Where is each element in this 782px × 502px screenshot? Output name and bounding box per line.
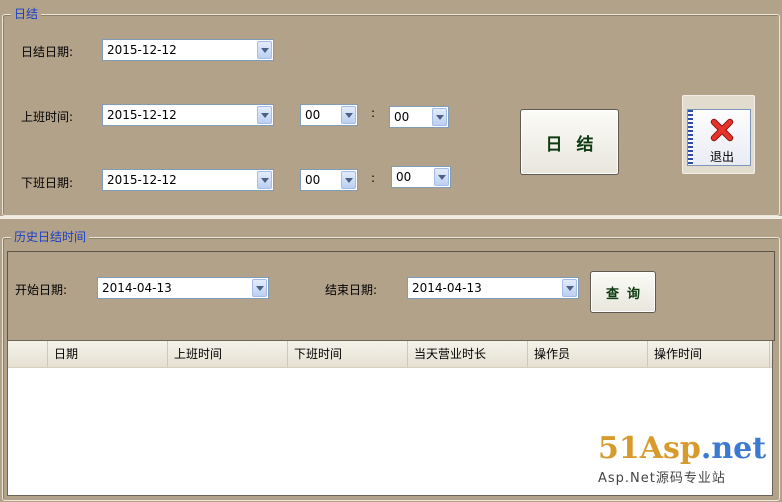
watermark-brand-b: .net xyxy=(700,431,767,466)
end-date-value: 2014-04-13 xyxy=(412,281,482,295)
off-date-value: 2015-12-12 xyxy=(107,173,177,187)
chevron-down-icon[interactable] xyxy=(257,171,272,189)
exit-button-label: 退出 xyxy=(710,150,735,164)
chevron-down-icon[interactable] xyxy=(432,108,447,126)
chevron-down-icon[interactable] xyxy=(341,171,356,189)
col-header-on-time[interactable]: 上班时间 xyxy=(168,341,288,367)
off-minute-combo[interactable]: 00 xyxy=(391,166,451,188)
end-date-label: 结束日期: xyxy=(325,283,378,297)
close-date-value: 2015-12-12 xyxy=(107,43,177,57)
close-date-combo[interactable]: 2015-12-12 xyxy=(102,39,274,61)
query-button[interactable]: 查询 xyxy=(590,271,656,313)
exit-button-face[interactable]: 退出 xyxy=(687,109,751,166)
on-time-colon: : xyxy=(371,106,376,120)
exit-button-stripe xyxy=(688,110,693,165)
chevron-down-icon[interactable] xyxy=(257,41,272,59)
chevron-down-icon[interactable] xyxy=(562,279,577,297)
off-date-combo[interactable]: 2015-12-12 xyxy=(102,169,274,191)
exit-button[interactable]: 退出 xyxy=(682,95,755,174)
end-date-combo[interactable]: 2014-04-13 xyxy=(407,277,579,299)
close-date-label: 日结日期: xyxy=(21,45,74,59)
on-time-label: 上班时间: xyxy=(21,110,74,124)
daily-close-group-title: 日结 xyxy=(11,7,42,21)
history-group-title: 历史日结时间 xyxy=(11,230,90,244)
daily-close-button[interactable]: 日结 xyxy=(520,109,619,175)
on-hour-value: 00 xyxy=(305,108,321,122)
query-button-label: 查询 xyxy=(605,286,648,302)
chevron-down-icon[interactable] xyxy=(341,106,356,124)
start-date-label: 开始日期: xyxy=(15,283,68,297)
section-divider xyxy=(0,216,782,219)
off-minute-value: 00 xyxy=(396,170,412,184)
col-header-date[interactable]: 日期 xyxy=(48,341,168,367)
chevron-down-icon[interactable] xyxy=(434,168,449,186)
off-date-label: 下班日期: xyxy=(21,176,74,190)
on-minute-value: 00 xyxy=(394,110,410,124)
col-header-operator[interactable]: 操作员 xyxy=(528,341,648,367)
on-date-value: 2015-12-12 xyxy=(107,108,177,122)
on-minute-combo[interactable]: 00 xyxy=(389,106,449,128)
watermark-brand: 51Asp.net xyxy=(598,433,766,465)
off-hour-value: 00 xyxy=(305,173,321,187)
watermark-tagline: Asp.Net源码专业站 xyxy=(598,471,726,486)
col-header-op-time[interactable]: 操作时间 xyxy=(648,341,770,367)
grid-corner-cell xyxy=(8,341,48,367)
grid-header: 日期 上班时间 下班时间 当天营业时长 操作员 操作时间 xyxy=(8,341,772,368)
close-x-icon xyxy=(710,118,734,142)
off-hour-combo[interactable]: 00 xyxy=(300,169,358,191)
col-header-off-time[interactable]: 下班时间 xyxy=(288,341,408,367)
watermark-logo: 51Asp.net Asp.Net源码专业站 xyxy=(598,433,766,487)
daily-close-button-label: 日结 xyxy=(545,134,608,155)
start-date-value: 2014-04-13 xyxy=(102,281,172,295)
col-header-duration[interactable]: 当天营业时长 xyxy=(408,341,528,367)
on-hour-combo[interactable]: 00 xyxy=(300,104,358,126)
chevron-down-icon[interactable] xyxy=(252,279,267,297)
chevron-down-icon[interactable] xyxy=(257,106,272,124)
watermark-brand-a: 51Asp xyxy=(598,431,701,466)
off-time-colon: : xyxy=(371,171,376,185)
on-date-combo[interactable]: 2015-12-12 xyxy=(102,104,274,126)
start-date-combo[interactable]: 2014-04-13 xyxy=(97,277,269,299)
